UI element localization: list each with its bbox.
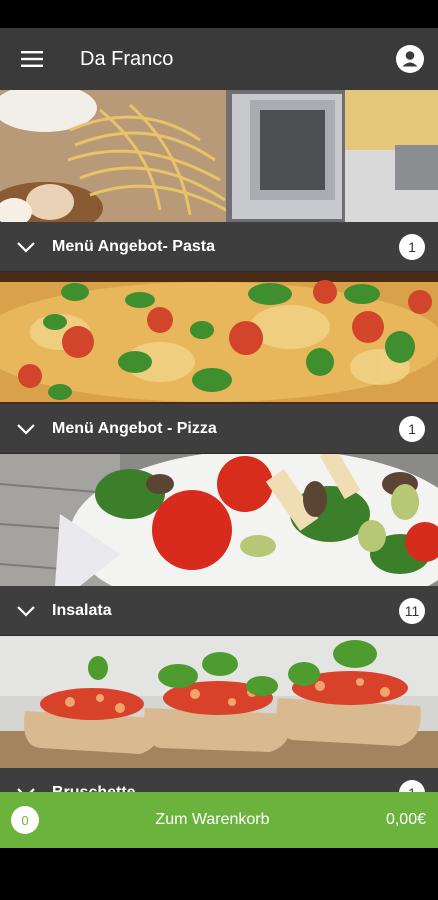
category-image-pizza[interactable] (0, 272, 438, 404)
hamburger-menu-icon[interactable] (0, 28, 64, 90)
category-count-badge: 1 (399, 779, 425, 792)
category-count-badge: 1 (399, 233, 425, 260)
category-row-insalata[interactable]: Insalata 11 (0, 586, 438, 636)
category-row-pasta[interactable]: Menü Angebot- Pasta 1 (0, 222, 438, 272)
app-title: Da Franco (80, 47, 174, 70)
category-row-bruschette[interactable]: Bruschette 1 (0, 768, 438, 792)
category-label: Insalata (52, 601, 112, 619)
cart-button[interactable]: 0 Zum Warenkorb 0,00€ (0, 792, 438, 848)
category-row-pizza[interactable]: Menü Angebot - Pizza 1 (0, 404, 438, 454)
status-bar (0, 0, 438, 28)
account-icon[interactable] (382, 28, 438, 90)
category-image-pasta[interactable] (0, 90, 438, 222)
category-count-badge: 1 (399, 415, 425, 442)
category-count-badge: 11 (399, 597, 425, 624)
chevron-down-icon[interactable] (0, 586, 52, 636)
chevron-down-icon[interactable] (0, 222, 52, 272)
category-list[interactable]: Menü Angebot- Pasta 1 Menü Angebot - Piz… (0, 90, 438, 792)
category-label: Menü Angebot - Pizza (52, 419, 217, 437)
chevron-down-icon[interactable] (0, 768, 52, 792)
chevron-down-icon[interactable] (0, 404, 52, 454)
category-image-bruschette[interactable] (0, 636, 438, 768)
system-navigation-bar (0, 848, 438, 900)
category-image-insalata[interactable] (0, 454, 438, 586)
category-label: Menü Angebot- Pasta (52, 237, 215, 255)
cart-count-badge: 0 (11, 806, 39, 834)
cart-label: Zum Warenkorb (155, 811, 270, 828)
category-label: Bruschette (52, 783, 136, 793)
cart-total: 0,00€ (385, 811, 426, 828)
app-bar: Da Franco (0, 28, 438, 90)
